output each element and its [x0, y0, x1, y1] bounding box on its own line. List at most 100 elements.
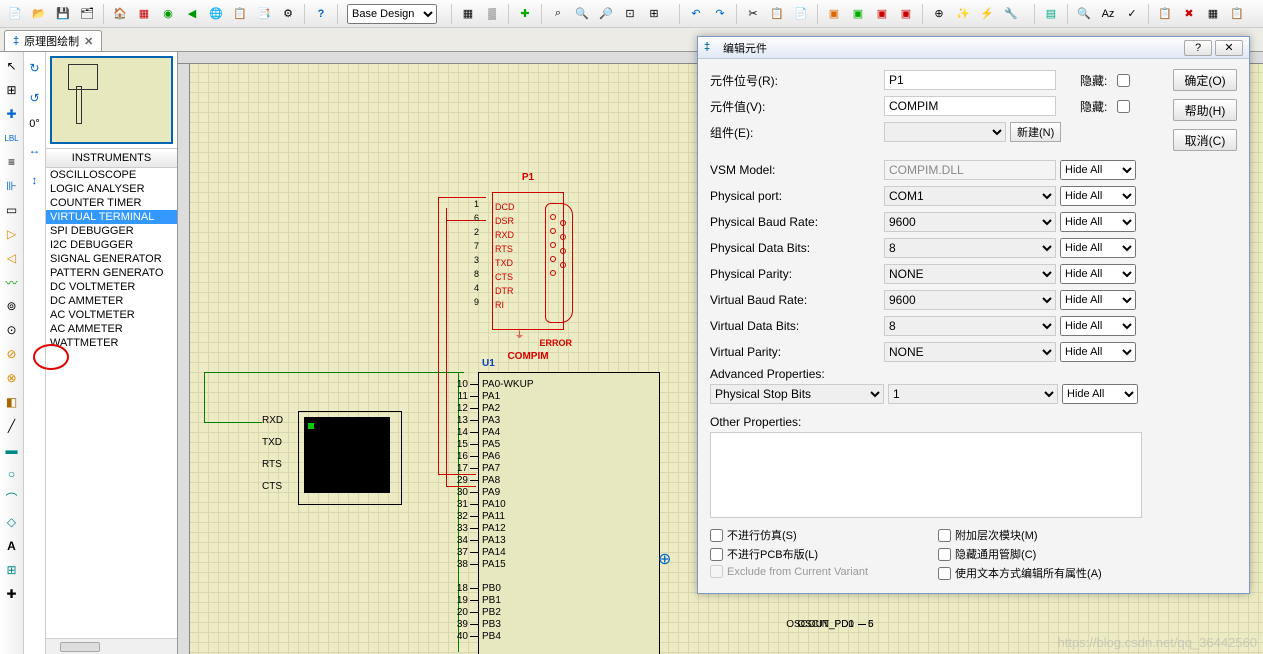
box-icon[interactable]: ▬	[2, 440, 22, 460]
path-icon[interactable]: ◇	[2, 512, 22, 532]
block2-icon[interactable]: ▣	[847, 3, 869, 25]
mirror-h-icon[interactable]: ↔	[25, 140, 45, 160]
mirror-v-icon[interactable]: ↕	[25, 170, 45, 190]
instrument-item[interactable]: DC VOLTMETER	[46, 280, 177, 294]
find-icon[interactable]: 🔍	[1073, 3, 1095, 25]
check-no-pcb[interactable]	[710, 548, 723, 561]
combo-advprop-name[interactable]: Physical Stop Bits	[710, 384, 884, 404]
junction-icon[interactable]: ✚	[2, 104, 22, 124]
close-icon[interactable]: ✕	[84, 35, 93, 48]
probe-icon[interactable]: ⊕	[928, 3, 950, 25]
rotate-ccw-icon[interactable]: ↺	[25, 88, 45, 108]
cancel-button[interactable]: 取消(C)	[1173, 129, 1237, 151]
tab-schematic[interactable]: ‡ 原理图绘制 ✕	[4, 30, 102, 51]
hideall-pbaud[interactable]: Hide All	[1060, 212, 1136, 232]
combo-group[interactable]	[884, 122, 1006, 142]
block1-icon[interactable]: ▣	[823, 3, 845, 25]
combo-pbaud[interactable]: 9600	[884, 212, 1056, 232]
terminal-icon[interactable]: ▷	[2, 224, 22, 244]
open-icon[interactable]: 📂	[28, 3, 50, 25]
erc2-icon[interactable]: ✖	[1178, 3, 1200, 25]
textarea-other-props[interactable]	[710, 432, 1142, 518]
hideall-advprop[interactable]: Hide All	[1062, 384, 1138, 404]
doc2-icon[interactable]: 📑	[253, 3, 275, 25]
graph-icon[interactable]: 〰	[2, 272, 22, 292]
instrument-item[interactable]: LOGIC ANALYSER	[46, 182, 177, 196]
component-icon[interactable]: ◉	[157, 3, 179, 25]
globe-icon[interactable]: 🌐	[205, 3, 227, 25]
redo-icon[interactable]: ↷	[709, 3, 731, 25]
cut-icon[interactable]: ✂	[742, 3, 764, 25]
text-script-icon[interactable]: ≡	[2, 152, 22, 172]
instrument-item[interactable]: AC VOLTMETER	[46, 308, 177, 322]
check-hide-value[interactable]	[1117, 100, 1130, 113]
layers-icon[interactable]: ▤	[1040, 3, 1062, 25]
input-ref[interactable]	[884, 70, 1056, 90]
combo-vdata[interactable]: 8	[884, 316, 1056, 336]
grid2-icon[interactable]: ▒	[481, 3, 503, 25]
new-group-button[interactable]: 新建(N)	[1010, 122, 1061, 142]
combo-advprop-val[interactable]: 1	[888, 384, 1058, 404]
combo-vparity[interactable]: NONE	[884, 342, 1056, 362]
arc-icon[interactable]: ⌒	[2, 488, 22, 508]
marker-icon[interactable]: ✚	[2, 584, 22, 604]
component-p1[interactable]: P1 DCDDSRRXDRTSTXDCTSDTRRI ⏚ 16273849 ER…	[478, 172, 578, 342]
instrument-item[interactable]: I2C DEBUGGER	[46, 238, 177, 252]
instrument-icon[interactable]: ◧	[2, 392, 22, 412]
instrument-item[interactable]: SPI DEBUGGER	[46, 224, 177, 238]
erc4-icon[interactable]: 📋	[1226, 3, 1248, 25]
input-value[interactable]	[884, 96, 1056, 116]
undo-icon[interactable]: ↶	[685, 3, 707, 25]
combo-port[interactable]: COM1	[884, 186, 1056, 206]
component-mode-icon[interactable]: ⊞	[2, 80, 22, 100]
block4-icon[interactable]: ▣	[895, 3, 917, 25]
check-icon[interactable]: ✓	[1121, 3, 1143, 25]
new-icon[interactable]: 📄	[4, 3, 26, 25]
component-virtual-terminal[interactable]: RXDTXDRTSCTS	[258, 407, 408, 517]
instrument-item[interactable]: COUNTER TIMER	[46, 196, 177, 210]
back-icon[interactable]: ◀	[181, 3, 203, 25]
erc1-icon[interactable]: 📋	[1154, 3, 1176, 25]
instrument-list[interactable]: OSCILLOSCOPELOGIC ANALYSERCOUNTER TIMERV…	[46, 168, 177, 638]
subcircuit-icon[interactable]: ▭	[2, 200, 22, 220]
circle-icon[interactable]: ○	[2, 464, 22, 484]
wrench-icon[interactable]: 🔧	[1000, 3, 1022, 25]
hideall-pdata[interactable]: Hide All	[1060, 238, 1136, 258]
instrument-item[interactable]: VIRTUAL TERMINAL	[46, 210, 177, 224]
dialog-help-icon[interactable]: ?	[1184, 40, 1212, 56]
generator-icon[interactable]: ⊙	[2, 320, 22, 340]
component-u1[interactable]: U1 10PA0-WKUP11PA112PA213PA314PA415PA516…	[448, 372, 668, 654]
check-no-sim[interactable]	[710, 529, 723, 542]
hideall-vparity[interactable]: Hide All	[1060, 342, 1136, 362]
wand-icon[interactable]: ✨	[952, 3, 974, 25]
home-icon[interactable]: 🏠	[109, 3, 131, 25]
gear2-icon[interactable]: ⚡	[976, 3, 998, 25]
current-probe-icon[interactable]: ⊗	[2, 368, 22, 388]
instrument-item[interactable]: PATTERN GENERATO	[46, 266, 177, 280]
help-icon[interactable]: ?	[310, 3, 332, 25]
zoom-sel-icon[interactable]: ⊡	[619, 3, 641, 25]
dialog-titlebar[interactable]: ‡ 编辑元件 ? ✕	[698, 37, 1249, 59]
device-pin-icon[interactable]: ◁	[2, 248, 22, 268]
block3-icon[interactable]: ▣	[871, 3, 893, 25]
symbol-icon[interactable]: ⊞	[2, 560, 22, 580]
instrument-item[interactable]: AC AMMETER	[46, 322, 177, 336]
crosshair-icon[interactable]: ✚	[514, 3, 536, 25]
hideall-vbaud[interactable]: Hide All	[1060, 290, 1136, 310]
hideall-vdata[interactable]: Hide All	[1060, 316, 1136, 336]
zoom-in-icon[interactable]: 🔍	[571, 3, 593, 25]
combo-pdata[interactable]: 8	[884, 238, 1056, 258]
check-text-edit[interactable]	[938, 567, 951, 580]
dialog-close-icon[interactable]: ✕	[1215, 40, 1243, 56]
rotate-cw-icon[interactable]: ↻	[25, 58, 45, 78]
instrument-item[interactable]: OSCILLOSCOPE	[46, 168, 177, 182]
zoom-fit-icon[interactable]: ⌕	[547, 3, 569, 25]
line-icon[interactable]: ╱	[2, 416, 22, 436]
zoom-all-icon[interactable]: ⊞	[643, 3, 665, 25]
check-hide-common[interactable]	[938, 548, 951, 561]
text-icon[interactable]: A	[2, 536, 22, 556]
grid-icon[interactable]: ▦	[457, 3, 479, 25]
combo-pparity[interactable]: NONE	[884, 264, 1056, 284]
tape-icon[interactable]: ⊚	[2, 296, 22, 316]
help-button[interactable]: 帮助(H)	[1173, 99, 1237, 121]
